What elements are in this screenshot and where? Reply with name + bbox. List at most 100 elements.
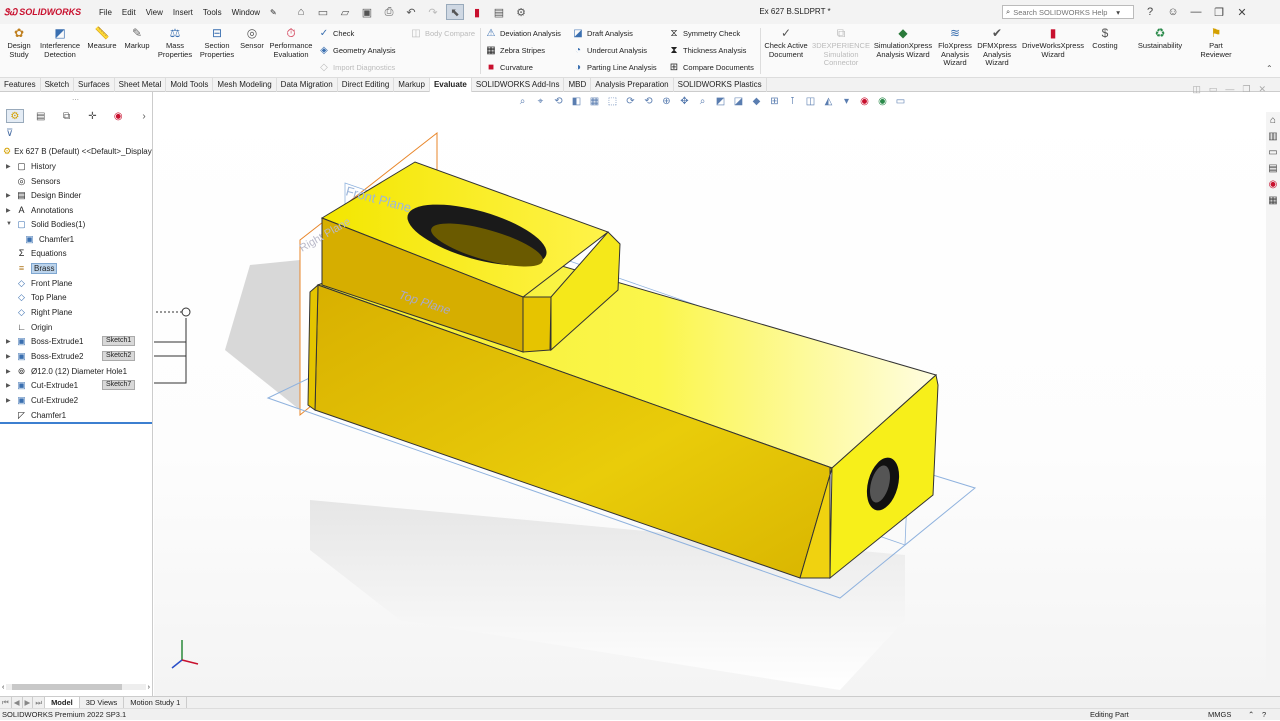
open-icon[interactable]: ▱ [336,4,354,20]
chevron-down-icon[interactable]: ▾ [1116,8,1120,17]
expand-arrow-icon[interactable]: ▶ [6,207,12,214]
configurationmanager-tab-icon[interactable]: ⧉ [58,109,76,123]
dfmxpress-button[interactable]: ✔ DFMXpress Analysis Wizard [976,26,1018,68]
tree-item-solid-bodies[interactable]: ▼ ▢ Solid Bodies(1) [6,218,85,230]
menu-insert[interactable]: Insert [168,8,198,17]
tree-item-sensors[interactable]: ◎ Sensors [6,175,61,187]
expand-arrow-icon[interactable]: ▶ [6,163,12,170]
tree-item-cut-extrude2[interactable]: ▶ ▣ Cut-Extrude2 [6,394,78,406]
tab-solidworks-plastics[interactable]: SOLIDWORKS Plastics [674,78,767,92]
graphics-area[interactable]: ⌕ ⌖ ⟲ ◧ ▦ ⬚ ⟳ ⟲ ⊕ ✥ ⌕ ◩ ◪ ◆ ⊞ ⊺ ◫ ◭ ▾ ◉ … [154,84,1266,696]
section-properties-button[interactable]: ⊟ Section Properties [198,26,236,59]
part-model-3d[interactable]: Front Plane Top Plane Right Plane [154,92,1266,696]
tree-item-material[interactable]: ≡ Brass [6,262,58,274]
sketch-tag[interactable]: Sketch1 [102,336,136,346]
first-tab-icon[interactable]: ⏮ [0,697,12,708]
expand-arrow-icon[interactable]: ▶ [6,192,12,199]
draft-analysis-button[interactable]: ◪ Draft Analysis [572,27,633,39]
undo-icon[interactable]: ↶ [402,4,420,20]
compare-documents-button[interactable]: ⊞ Compare Documents [668,61,754,73]
propertymanager-tab-icon[interactable]: ▤ [32,109,50,123]
tab-markup[interactable]: Markup [394,78,430,92]
tree-item-body-chamfer1[interactable]: ▣ Chamfer1 [24,233,74,245]
tab-model[interactable]: Model [45,697,80,708]
tree-item-annotations[interactable]: ▶ A Annotations [6,204,73,216]
tab-sketch[interactable]: Sketch [41,78,75,92]
scrollbar-thumb[interactable] [12,684,123,690]
simulationxpress-button[interactable]: ◆ SimulationXpress Analysis Wizard [872,26,934,59]
user-icon[interactable]: ☺ [1165,4,1181,20]
undercut-analysis-button[interactable]: ◔ Undercut Analysis [572,44,647,56]
select-icon[interactable]: ⬉ [446,4,464,20]
collapse-ribbon-icon[interactable]: ⌃ [1266,64,1273,73]
dimxpertmanager-tab-icon[interactable]: ✛ [83,109,101,123]
file-explorer-icon[interactable]: ▭ [1267,146,1279,158]
tree-item-right-plane[interactable]: ◇ Right Plane [6,306,72,318]
design-library-icon[interactable]: ▥ [1267,130,1279,142]
appearances-scenes-icon[interactable]: ◉ [1267,178,1279,190]
tree-item-hole1[interactable]: ▶ ⊚ Ø12.0 (12) Diameter Hole1 [6,365,127,377]
thickness-analysis-button[interactable]: ⧗ Thickness Analysis [668,44,746,56]
sketch-tag[interactable]: Sketch2 [102,351,136,361]
prev-tab-icon[interactable]: ◀ [12,697,23,708]
symmetry-check-button[interactable]: ⧖ Symmetry Check [668,27,740,39]
expand-arrow-icon[interactable]: ▶ [6,353,12,360]
menu-file[interactable]: File [94,8,117,17]
restore-icon[interactable]: ❐ [1211,4,1227,20]
parting-line-analysis-button[interactable]: ◑ Parting Line Analysis [572,61,657,73]
tree-horizontal-scrollbar[interactable]: ‹ › [2,683,150,691]
tab-direct-editing[interactable]: Direct Editing [338,78,395,92]
menu-tools[interactable]: Tools [198,8,227,17]
next-tab-icon[interactable]: ▶ [23,697,34,708]
sketch-tag[interactable]: Sketch7 [102,380,136,390]
geometry-analysis-button[interactable]: ◈ Geometry Analysis [318,44,395,56]
costing-button[interactable]: $ Costing [1088,26,1122,51]
tab-mesh-modeling[interactable]: Mesh Modeling [213,78,277,92]
filter-icon[interactable]: ⊽ [6,128,13,139]
tree-item-cut-extrude1[interactable]: ▶ ▣ Cut-Extrude1 [6,379,78,391]
redo-icon[interactable]: ↷ [424,4,442,20]
tree-root-part[interactable]: ⚙ Ex 627 B (Default) <<Default>_Display [3,146,152,157]
rebuild-icon[interactable]: ▮ [468,4,486,20]
tab-evaluate[interactable]: Evaluate [429,78,472,92]
check-active-document-button[interactable]: ✓ Check Active Document [762,26,810,59]
tab-solidworks-add-ins[interactable]: SOLIDWORKS Add-Ins [472,78,565,92]
tree-item-front-plane[interactable]: ◇ Front Plane [6,277,72,289]
file-properties-icon[interactable]: ▤ [490,4,508,20]
expand-tabs-icon[interactable]: › [135,109,153,123]
measure-button[interactable]: 📏 Measure [86,26,118,51]
tree-item-history[interactable]: ▶ ▢ History [6,160,56,172]
markup-button[interactable]: ✎ Markup [122,26,152,51]
tab-motion-study[interactable]: Motion Study 1 [124,697,188,708]
tree-item-boss-extrude2[interactable]: ▶ ▣ Boss-Extrude2 [6,350,83,362]
curvature-button[interactable]: ■ Curvature [485,61,533,73]
tree-item-equations[interactable]: Σ Equations [6,247,67,259]
splitter-grip[interactable]: ⋯ [72,96,79,104]
driveworksxpress-button[interactable]: ▮ DriveWorksXpress Wizard [1020,26,1086,59]
tree-item-chamfer1[interactable]: ◸ Chamfer1 [6,409,66,421]
last-tab-icon[interactable]: ⏭ [33,697,46,708]
rollback-bar[interactable] [0,422,152,424]
view-palette-icon[interactable]: ▤ [1267,162,1279,174]
featuremanager-tab-icon[interactable]: ⚙ [6,109,24,123]
tab-features[interactable]: Features [0,78,41,92]
save-icon[interactable]: ▣ [358,4,376,20]
tab-analysis-preparation[interactable]: Analysis Preparation [591,78,674,92]
interference-detection-button[interactable]: ◩ Interference Detection [38,26,82,59]
solidworks-resources-icon[interactable]: ⌂ [1267,114,1279,126]
expand-arrow-icon[interactable]: ▶ [6,338,12,345]
design-study-button[interactable]: ✿ Design Study [4,26,34,59]
deviation-analysis-button[interactable]: ⚠ Deviation Analysis [485,27,561,39]
tree-item-top-plane[interactable]: ◇ Top Plane [6,291,67,303]
collapse-arrow-icon[interactable]: ▼ [6,221,12,227]
search-input[interactable] [1013,7,1114,17]
tree-item-origin[interactable]: ∟ Origin [6,321,52,333]
scroll-right-icon[interactable]: › [148,684,150,691]
menu-view[interactable]: View [141,8,168,17]
tab-data-migration[interactable]: Data Migration [277,78,338,92]
tab-mold-tools[interactable]: Mold Tools [166,78,214,92]
new-document-icon[interactable]: ▭ [314,4,332,20]
displaymanager-tab-icon[interactable]: ◉ [109,109,127,123]
check-button[interactable]: ✓ Check [318,27,354,39]
tab-sheet-metal[interactable]: Sheet Metal [115,78,167,92]
